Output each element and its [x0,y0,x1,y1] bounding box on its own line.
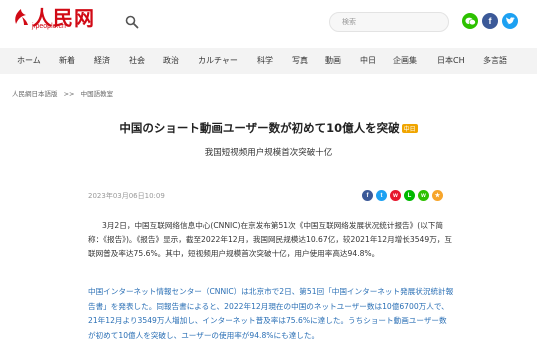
article-title: 中国のショート動画ユーザー数が初めて10億人を突破 [119,121,400,135]
nav-item-society[interactable]: 社会 [129,55,145,66]
search-icon[interactable] [125,15,139,29]
logo-url: j.people.cn [32,23,66,30]
twitter-icon[interactable]: t [376,190,387,201]
logo-emblem-icon [15,9,28,25]
page-title: 中国のショート動画ユーザー数が初めて10億人を突破 中日 [0,120,537,136]
facebook-icon[interactable]: f [362,190,373,201]
wechat-icon[interactable]: w [418,190,429,201]
facebook-icon[interactable]: f [482,13,498,29]
article-subtitle: 我国短视频用户规模首次突破十亿 [204,148,333,158]
qzone-icon[interactable]: ★ [432,190,443,201]
breadcrumb: 人民網日本語版 >> 中国語教室 [12,88,113,98]
nav-item-features[interactable]: 企画集 [393,55,417,66]
publish-date: 2023年03月06日10:09 [88,192,165,200]
line-icon[interactable]: L [404,190,415,201]
article-paragraph-jp: 中国インターネット情報センター（CNNIC）は北京市で2日、第51回「中国インタ… [88,287,454,340]
site-logo[interactable]: 人民网 [12,7,95,37]
nav-item-japan-ch[interactable]: 日本CH [437,55,465,66]
nav-item-china-japan[interactable]: 中日 [360,55,376,66]
weibo-icon[interactable]: w [390,190,401,201]
wechat-icon[interactable] [462,13,478,29]
nav-item-science[interactable]: 科学 [257,55,273,66]
main-nav: ホーム 新着 経済 社会 政治 カルチャー 科学 写真 動画 中日 企画集 日本… [0,48,537,74]
nav-item-video[interactable]: 動画 [325,55,341,66]
breadcrumb-home[interactable]: 人民網日本語版 [12,90,58,98]
search-placeholder: 検索 [342,18,356,26]
nav-item-culture[interactable]: カルチャー [198,55,238,66]
site-header: 人民网 j.people.cn 検索 f [0,0,537,44]
nav-item-home[interactable]: ホーム [17,55,41,66]
nav-item-photo[interactable]: 写真 [292,55,308,66]
nav-item-latest[interactable]: 新着 [59,55,75,66]
title-badge: 中日 [401,124,418,133]
nav-item-politics[interactable]: 政治 [163,55,179,66]
article-paragraph-cn: 3月2日，中国互联网络信息中心(CNNIC)在京发布第51次《中国互联网络发展状… [88,221,452,258]
nav-item-multilingual[interactable]: 多言語 [483,55,507,66]
search-input[interactable]: 検索 [329,12,449,32]
breadcrumb-section[interactable]: 中国語教室 [81,90,114,98]
nav-item-economy[interactable]: 経済 [94,55,110,66]
twitter-icon[interactable] [502,13,518,29]
breadcrumb-separator: >> [63,90,75,98]
